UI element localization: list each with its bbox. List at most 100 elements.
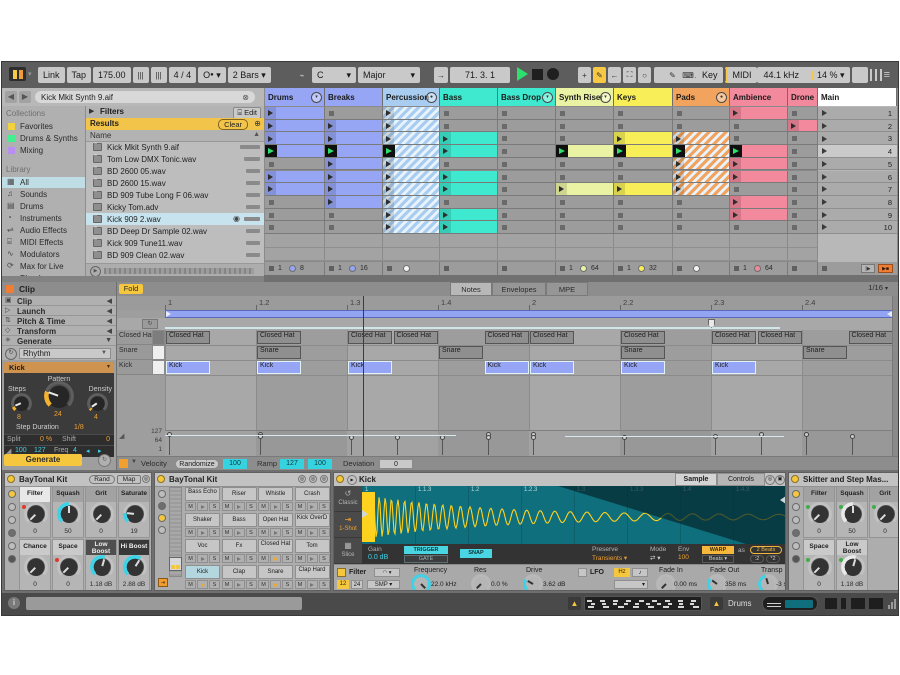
macro-value[interactable]: 0	[20, 528, 50, 535]
empty-clip-slot[interactable]	[788, 248, 818, 262]
macro-value[interactable]: 0	[870, 528, 898, 535]
waveform-display[interactable]: 11.1.31.21.2.31.31.3.31.41.4.3	[362, 486, 786, 544]
midi-note-kick[interactable]: Kick	[166, 361, 210, 374]
frequency-value[interactable]: 22.0 kHz	[431, 581, 457, 588]
sidebar-item-midi-effects[interactable]: ⌸MIDI Effects	[2, 237, 86, 248]
scene-row[interactable]: 7	[818, 183, 897, 196]
midi-note-snare[interactable]: Snare	[257, 346, 301, 359]
show-chains-icon[interactable]	[792, 529, 800, 537]
hotswap-icon[interactable]: ◎	[142, 475, 150, 483]
pad-mute-button[interactable]: M	[295, 554, 306, 563]
clip-slot[interactable]	[383, 209, 440, 222]
scene-row[interactable]: 1	[818, 107, 897, 120]
back-to-arrangement-icon[interactable]: ←	[608, 67, 621, 83]
sidebar-item-plug-ins[interactable]: ⌁Plug-Ins	[2, 273, 86, 276]
clip-slot[interactable]	[440, 221, 498, 234]
info-icon[interactable]: i	[8, 597, 20, 609]
track-stop-all-button[interactable]	[329, 266, 334, 271]
empty-clip-slot[interactable]	[788, 234, 818, 248]
clip-stop-button[interactable]	[502, 200, 507, 205]
clip-stop-button[interactable]	[329, 213, 334, 218]
pad-solo-button[interactable]: S	[282, 528, 293, 537]
clip-slot[interactable]	[383, 221, 440, 234]
clip-play-button[interactable]	[383, 120, 394, 133]
clip-play-button[interactable]	[673, 183, 684, 196]
empty-clip-slot[interactable]	[265, 234, 325, 248]
pad-play-button[interactable]	[197, 528, 208, 537]
clip-slot[interactable]	[383, 120, 440, 133]
fold-device-icon[interactable]	[8, 555, 16, 563]
clip-slot[interactable]	[730, 171, 788, 184]
sidebar-item-instruments[interactable]: ◔Instruments	[2, 213, 86, 224]
macro-knob[interactable]	[811, 505, 829, 523]
arrangement-view-toggle[interactable]: ≡	[884, 70, 890, 80]
map-button[interactable]: Map	[117, 475, 141, 484]
clip-stop-button[interactable]	[618, 225, 623, 230]
add-macro-icon[interactable]	[792, 503, 800, 511]
io-icon[interactable]	[158, 490, 166, 498]
scene-row[interactable]: 6	[818, 171, 897, 184]
track-stop-all-button[interactable]	[734, 266, 739, 271]
clip-stop-button[interactable]	[792, 213, 797, 218]
device-activator-icon[interactable]	[791, 475, 799, 483]
empty-clip-slot[interactable]	[556, 234, 614, 248]
filters-expand-icon[interactable]: ▶	[89, 107, 94, 115]
clip-stop-button[interactable]	[734, 187, 739, 192]
clip-slot[interactable]	[440, 209, 498, 222]
add-filter-icon[interactable]: ⊕	[254, 119, 261, 128]
fade-in-value[interactable]: 0.00 ms	[674, 581, 697, 588]
clip-play-button[interactable]	[325, 158, 336, 171]
clip-slot[interactable]	[673, 183, 730, 196]
save-icon[interactable]: ◎	[309, 475, 317, 483]
empty-clip-slot[interactable]	[440, 234, 498, 248]
clip-stop-button[interactable]	[792, 225, 797, 230]
clip-play-button[interactable]	[383, 107, 394, 120]
clip-stop-button[interactable]	[792, 149, 797, 154]
clip-stop-button[interactable]	[269, 162, 274, 167]
clip-play-button[interactable]	[383, 196, 394, 209]
pad-mute-button[interactable]: M	[258, 502, 269, 511]
clip-slot[interactable]	[498, 158, 556, 171]
filter-circuit-menu[interactable]: SMP ▾	[367, 580, 400, 589]
browser-search-input[interactable]: Kick Mkit Synth 9.aif⊗	[35, 91, 255, 103]
pad-solo-button[interactable]: S	[319, 528, 330, 537]
time-signature-field[interactable]: 4 / 4	[169, 67, 197, 83]
device-chain-overview[interactable]	[762, 596, 818, 611]
lfo-checkbox[interactable]	[578, 568, 587, 577]
pattern-knob[interactable]	[47, 384, 71, 408]
empty-clip-slot[interactable]	[556, 248, 614, 262]
pad-solo-button[interactable]: S	[209, 528, 220, 537]
clip-slot[interactable]	[498, 120, 556, 133]
clip-play-button[interactable]	[440, 171, 451, 184]
clip-stop-button[interactable]	[329, 225, 334, 230]
vel-max-value[interactable]: 127	[34, 447, 46, 454]
clip-slot[interactable]	[265, 171, 325, 184]
clip-slot[interactable]	[325, 120, 383, 133]
macro-knob[interactable]	[126, 558, 144, 576]
clip-slot[interactable]	[788, 158, 818, 171]
pad-solo-button[interactable]: S	[246, 502, 257, 511]
sidebar-item-all[interactable]: ▦All	[2, 177, 86, 188]
clip-slot[interactable]	[265, 145, 325, 158]
scene-row[interactable]: 9	[818, 209, 897, 222]
clip-slot[interactable]	[788, 221, 818, 234]
section-pitch-time[interactable]: ⇅Pitch & Time◀	[2, 316, 116, 326]
device-thumb[interactable]	[850, 597, 866, 610]
sidebar-item-drums[interactable]: ▤Drums	[2, 201, 86, 212]
clip-slot[interactable]	[614, 107, 673, 120]
loop-mode-menu[interactable]: ⇄ ▾	[650, 554, 661, 562]
fade-out-value[interactable]: 358 ms	[725, 581, 746, 588]
hotswap-icon[interactable]: ◎	[320, 475, 328, 483]
clip-stop-button[interactable]	[792, 111, 797, 116]
macro-value[interactable]: 1.18 dB	[86, 581, 116, 588]
clip-play-button[interactable]	[614, 183, 625, 196]
clip-playing-button[interactable]	[325, 145, 337, 158]
clip-stop-button[interactable]	[618, 124, 623, 129]
pad-play-button[interactable]	[270, 528, 281, 537]
clip-warning-icon[interactable]: ▲	[568, 597, 581, 610]
pad-solo-button[interactable]: S	[246, 554, 257, 563]
track-chevron-icon[interactable]: ▾	[542, 92, 553, 103]
clip-play-button[interactable]	[730, 209, 741, 222]
drum-pad-closed-hat[interactable]: Closed HatMS	[258, 539, 293, 564]
stop-button[interactable]	[532, 69, 543, 80]
